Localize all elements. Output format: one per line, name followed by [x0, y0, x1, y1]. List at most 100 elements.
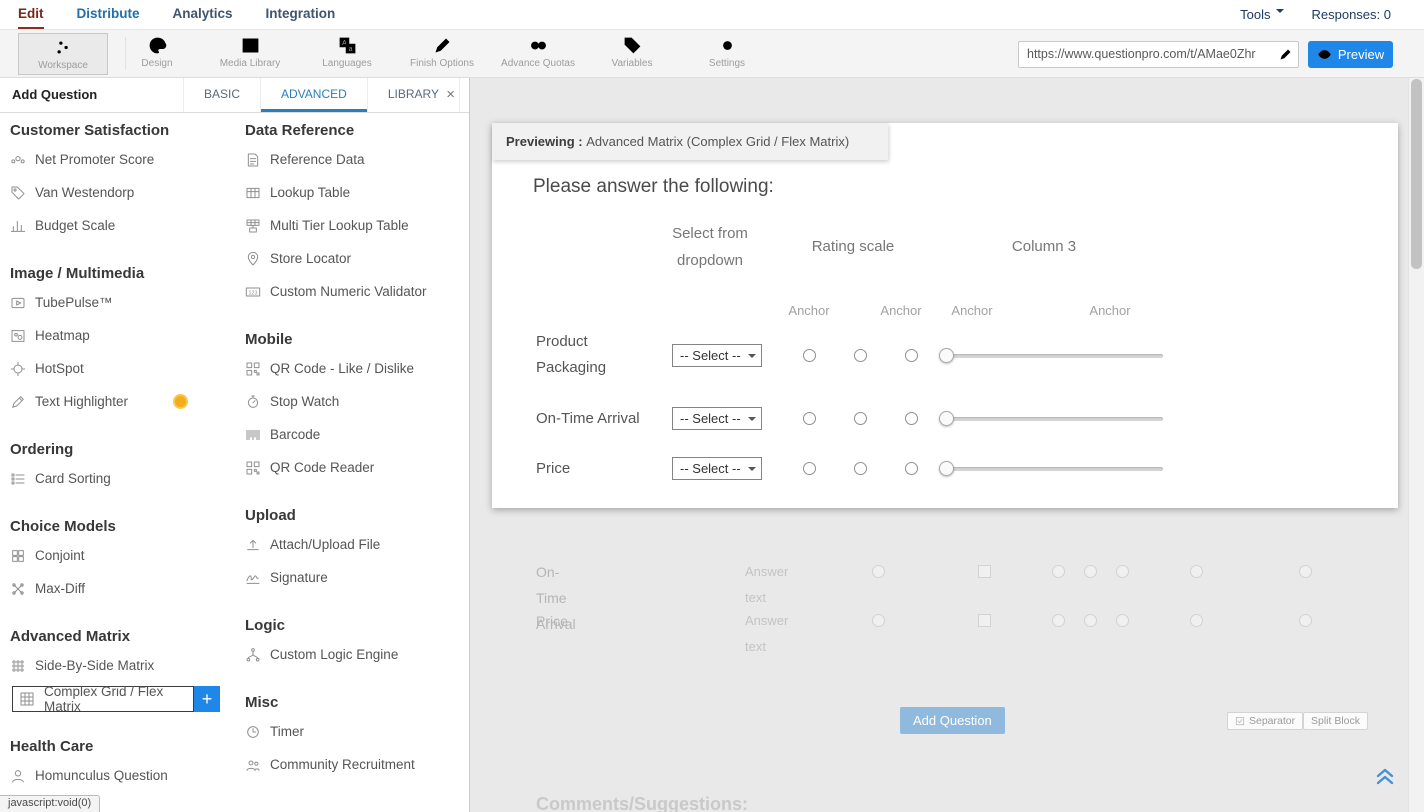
slider-track[interactable] — [940, 354, 1163, 358]
toolbar-design[interactable]: Design — [109, 34, 205, 69]
scrollbar-track[interactable] — [1408, 78, 1424, 812]
slider-track[interactable] — [940, 417, 1163, 421]
multi-table-icon — [245, 218, 261, 234]
toolbar-settings[interactable]: Settings — [679, 34, 775, 69]
section-upload: Upload Attach/Upload File Signature — [245, 506, 467, 594]
qtype-hotspot[interactable]: HotSpot — [10, 352, 238, 385]
radio-button[interactable] — [854, 349, 867, 362]
select-dropdown[interactable]: -- Select -- — [672, 344, 762, 367]
qtype-card-sorting[interactable]: Card Sorting — [10, 462, 238, 495]
radio-button[interactable] — [854, 412, 867, 425]
radio-button[interactable] — [905, 412, 918, 425]
separator-button[interactable]: Separator — [1227, 712, 1303, 730]
radio-button[interactable] — [803, 412, 816, 425]
scrollbar-thumb[interactable] — [1411, 79, 1422, 269]
slider-handle[interactable] — [939, 411, 954, 426]
radio-button[interactable] — [905, 462, 918, 475]
close-icon[interactable]: × — [446, 78, 455, 112]
edit-url-pencil-icon[interactable] — [1278, 47, 1293, 62]
qtype-heatmap[interactable]: Heatmap — [10, 319, 238, 352]
workspace-icon — [53, 37, 74, 58]
radio-button[interactable] — [905, 349, 918, 362]
qtype-net-promoter-score[interactable]: Net Promoter Score — [10, 143, 238, 176]
section-misc: Misc Timer Community Recruitment — [245, 693, 467, 781]
qtype-tubepulse[interactable]: TubePulse™ — [10, 286, 238, 319]
barcode-icon — [245, 427, 261, 443]
timer-icon — [245, 724, 261, 740]
signature-icon — [245, 570, 261, 586]
qtype-attach-upload-file[interactable]: Attach/Upload File — [245, 528, 467, 561]
qtype-store-locator[interactable]: Store Locator — [245, 242, 467, 275]
radio-button[interactable] — [803, 462, 816, 475]
bar-chart-icon — [10, 218, 26, 234]
select-dropdown[interactable]: -- Select -- — [672, 407, 762, 430]
qtype-signature[interactable]: Signature — [245, 561, 467, 594]
select-dropdown[interactable]: -- Select -- — [672, 457, 762, 480]
slider-handle[interactable] — [939, 348, 954, 363]
scroll-to-top-icon[interactable] — [1373, 764, 1397, 788]
preview-button[interactable]: Preview — [1308, 41, 1393, 68]
toolbar: Workspace Design Media Library Languages… — [0, 30, 1424, 78]
split-block-button[interactable]: Split Block — [1303, 712, 1368, 730]
section-heading: Data Reference — [245, 121, 467, 141]
add-question-type-button[interactable]: + — [194, 686, 220, 712]
complex-grid-icon — [19, 691, 35, 707]
qtype-timer[interactable]: Timer — [245, 715, 467, 748]
toolbar-advance-quotas[interactable]: Advance Quotas — [490, 34, 586, 69]
toolbar-workspace[interactable]: Workspace — [18, 33, 108, 75]
gear-icon — [717, 35, 738, 56]
qtype-stop-watch[interactable]: Stop Watch — [245, 385, 467, 418]
qtype-side-by-side-matrix[interactable]: Side-By-Side Matrix — [10, 649, 238, 682]
chevron-down-icon — [1276, 9, 1284, 17]
qtype-qr-code-reader[interactable]: QR Code Reader — [245, 451, 467, 484]
section-heading: Health Care — [10, 737, 238, 757]
qtype-budget-scale[interactable]: Budget Scale — [10, 209, 238, 242]
survey-url-field[interactable]: https://www.questionpro.com/t/AMae0Zhr — [1018, 41, 1299, 68]
slider-track[interactable] — [940, 467, 1163, 471]
toolbar-finish-options[interactable]: Finish Options — [394, 34, 490, 69]
nav-tab-edit[interactable]: Edit — [18, 0, 44, 29]
anchor-label: Anchor — [880, 303, 921, 318]
radio-button[interactable] — [854, 462, 867, 475]
qtype-community-recruitment[interactable]: Community Recruitment — [245, 748, 467, 781]
qtype-multi-tier-lookup-table[interactable]: Multi Tier Lookup Table — [245, 209, 467, 242]
qtype-text-highlighter[interactable]: Text Highlighter — [10, 385, 238, 418]
qtype-homunculus[interactable]: Homunculus Question — [10, 759, 238, 792]
qtype-max-diff[interactable]: Max-Diff — [10, 572, 238, 605]
toolbar-media-library[interactable]: Media Library — [202, 34, 298, 69]
qtype-custom-logic-engine[interactable]: Custom Logic Engine — [245, 638, 467, 671]
tab-advanced[interactable]: ADVANCED — [260, 78, 367, 112]
slider-handle[interactable] — [939, 461, 954, 476]
selected-question-type[interactable]: Complex Grid / Flex Matrix — [12, 686, 194, 712]
qtype-qr-like-dislike[interactable]: QR Code - Like / Dislike — [245, 352, 467, 385]
anchor-label: Anchor — [951, 303, 992, 318]
tab-basic[interactable]: BASIC — [183, 78, 260, 112]
qtype-lookup-table[interactable]: Lookup Table — [245, 176, 467, 209]
qtype-custom-numeric-validator[interactable]: Custom Numeric Validator — [245, 275, 467, 308]
qtype-van-westendorp[interactable]: Van Westendorp — [10, 176, 238, 209]
heatmap-icon — [10, 328, 26, 344]
toolbar-variables[interactable]: Variables — [584, 34, 680, 69]
tools-menu[interactable]: Tools — [1240, 7, 1283, 22]
panel-header: Add Question BASIC ADVANCED LIBRARY × — [0, 78, 469, 113]
qtype-barcode[interactable]: Barcode — [245, 418, 467, 451]
radio-button[interactable] — [803, 349, 816, 362]
section-data-reference: Data Reference Reference Data Lookup Tab… — [245, 121, 467, 308]
nav-tab-integration[interactable]: Integration — [266, 0, 336, 29]
section-heading: Image / Multimedia — [10, 264, 238, 284]
tag-icon — [622, 35, 643, 56]
languages-icon — [337, 35, 358, 56]
qtype-conjoint[interactable]: Conjoint — [10, 539, 238, 572]
qtype-complex-grid-selected[interactable]: Complex Grid / Flex Matrix + — [10, 682, 238, 715]
map-pin-icon — [245, 251, 261, 267]
nps-icon — [10, 152, 26, 168]
checkbox — [978, 614, 991, 627]
qtype-reference-data[interactable]: Reference Data — [245, 143, 467, 176]
matrix-dots-icon — [10, 658, 26, 674]
toolbar-languages[interactable]: Languages — [299, 34, 395, 69]
nav-tab-distribute[interactable]: Distribute — [77, 0, 140, 29]
nav-tab-analytics[interactable]: Analytics — [173, 0, 233, 29]
list-icon — [10, 471, 26, 487]
add-question-button[interactable]: Add Question — [900, 707, 1005, 734]
responses-link[interactable]: Responses: 0 — [1312, 7, 1392, 22]
